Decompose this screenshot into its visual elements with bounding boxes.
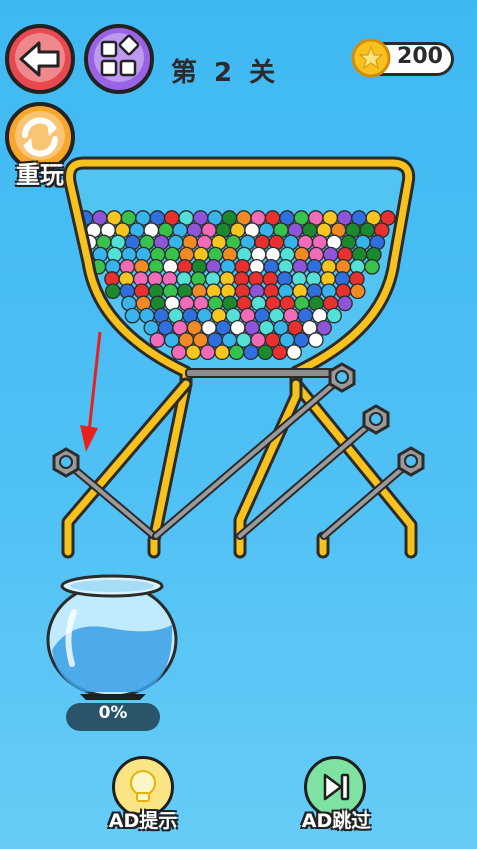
- ad-hint-label: AD提示: [108, 810, 178, 832]
- ball: [307, 332, 324, 348]
- tutorial-arrow-icon: [80, 331, 102, 452]
- ball: [185, 344, 202, 361]
- fishbowl-jar: [46, 574, 178, 700]
- gate-pin-bar[interactable]: [185, 368, 337, 378]
- ball: [171, 344, 187, 361]
- ball: [326, 307, 342, 324]
- jar-progress-label: 0%: [66, 703, 160, 731]
- ball: [243, 344, 259, 361]
- ball: [149, 332, 166, 348]
- ball: [349, 283, 366, 300]
- ball: [257, 344, 274, 361]
- ball: [364, 258, 380, 275]
- ball: [286, 344, 302, 361]
- ball: [228, 344, 245, 361]
- ball: [316, 319, 332, 336]
- ball: [214, 344, 230, 361]
- ball: [199, 344, 216, 361]
- ball: [105, 283, 121, 300]
- ball: [271, 344, 288, 361]
- ball: [337, 295, 353, 312]
- ball: [124, 307, 141, 324]
- ad-skip-label: AD跳过: [301, 810, 371, 832]
